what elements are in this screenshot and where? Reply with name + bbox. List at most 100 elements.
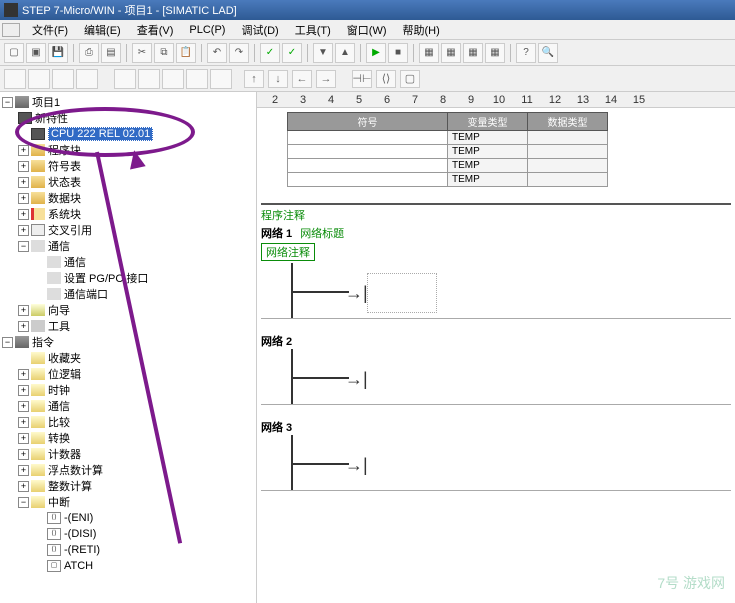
variable-table[interactable]: 符号 变量类型 数据类型 TEMP TEMP TEMP TEMP <box>287 112 608 187</box>
tree-int-item[interactable]: -(DISI) <box>64 528 96 540</box>
expand-icon[interactable]: + <box>18 305 29 316</box>
network-comment[interactable]: 网络注释 <box>261 243 315 261</box>
tree-comm-sub[interactable]: 设置 PG/PC 接口 <box>64 270 148 286</box>
col-symbol[interactable]: 符号 <box>288 113 448 131</box>
cell-datatype[interactable] <box>528 131 608 145</box>
pane-1-icon[interactable] <box>114 69 136 89</box>
tree-comm-sub[interactable]: 通信端口 <box>64 286 108 302</box>
expand-icon[interactable]: + <box>18 385 29 396</box>
sym-icon[interactable] <box>210 69 232 89</box>
instruction-placeholder[interactable] <box>367 273 437 313</box>
tree-instr[interactable]: 位逻辑 <box>48 366 81 382</box>
tree-item[interactable]: 交叉引用 <box>48 222 92 238</box>
view-4-icon[interactable] <box>76 69 98 89</box>
tree-item[interactable]: 系统块 <box>48 206 81 222</box>
monitor-icon[interactable]: ▦ <box>419 43 439 63</box>
cell-datatype[interactable] <box>528 145 608 159</box>
cell-datatype[interactable] <box>528 173 608 187</box>
project-tree[interactable]: −项目1 新特性 CPU 222 REL 02.01 +程序块 +符号表 +状态… <box>0 92 257 603</box>
zoom-icon[interactable]: 🔍 <box>538 43 558 63</box>
nav-right-icon[interactable]: → <box>316 70 336 88</box>
tree-comm-sub[interactable]: 通信 <box>64 254 86 270</box>
new-icon[interactable]: ▢ <box>4 43 24 63</box>
tree-comm[interactable]: 通信 <box>48 238 70 254</box>
tree-wizard[interactable]: 向导 <box>48 302 70 318</box>
cell-datatype[interactable] <box>528 159 608 173</box>
menu-plc[interactable]: PLC(P) <box>181 24 233 36</box>
view-lad-icon[interactable] <box>4 69 26 89</box>
cut-icon[interactable]: ✂ <box>132 43 152 63</box>
tree-instr[interactable]: 整数计算 <box>48 478 92 494</box>
compile-all-icon[interactable]: ✓ <box>282 43 302 63</box>
tree-fav[interactable]: 收藏夹 <box>48 350 81 366</box>
cell-symbol[interactable] <box>288 159 448 173</box>
menu-view[interactable]: 查看(V) <box>129 22 182 38</box>
box-icon[interactable]: ▢ <box>400 70 420 88</box>
expand-icon[interactable]: − <box>2 97 13 108</box>
expand-icon[interactable]: + <box>18 449 29 460</box>
tree-int-item[interactable]: ATCH <box>64 560 93 572</box>
compile-icon[interactable]: ✓ <box>260 43 280 63</box>
upload-icon[interactable]: ▲ <box>335 43 355 63</box>
pane-3-icon[interactable] <box>162 69 184 89</box>
pane-2-icon[interactable] <box>138 69 160 89</box>
tree-instr[interactable]: 转换 <box>48 430 70 446</box>
menu-file[interactable]: 文件(F) <box>24 22 76 38</box>
force-icon[interactable]: ▦ <box>485 43 505 63</box>
cell-vartype[interactable]: TEMP <box>448 173 528 187</box>
nav-up-icon[interactable]: ↑ <box>244 70 264 88</box>
tree-instr[interactable]: 计数器 <box>48 446 81 462</box>
program-comment[interactable]: 程序注释 <box>261 205 731 225</box>
redo-icon[interactable]: ↷ <box>229 43 249 63</box>
view-stl-icon[interactable] <box>28 69 50 89</box>
coil-icon[interactable]: ⟨⟩ <box>376 70 396 88</box>
stop-icon[interactable]: ■ <box>388 43 408 63</box>
paste-icon[interactable]: 📋 <box>176 43 196 63</box>
cell-vartype[interactable]: TEMP <box>448 131 528 145</box>
ladder-rung[interactable]: →| <box>261 435 731 491</box>
expand-icon[interactable]: + <box>18 161 29 172</box>
tree-item[interactable]: 数据块 <box>48 190 81 206</box>
expand-icon[interactable]: + <box>18 209 29 220</box>
tree-instr[interactable]: 浮点数计算 <box>48 462 103 478</box>
tree-instructions[interactable]: 指令 <box>32 334 54 350</box>
cell-vartype[interactable]: TEMP <box>448 145 528 159</box>
print-icon[interactable]: ⎙ <box>79 43 99 63</box>
expand-icon[interactable]: + <box>18 465 29 476</box>
menu-tools[interactable]: 工具(T) <box>287 22 339 38</box>
cell-symbol[interactable] <box>288 131 448 145</box>
download-icon[interactable]: ▼ <box>313 43 333 63</box>
open-icon[interactable]: ▣ <box>26 43 46 63</box>
col-datatype[interactable]: 数据类型 <box>528 113 608 131</box>
expand-icon[interactable]: − <box>18 497 29 508</box>
tree-program[interactable]: 程序块 <box>48 142 81 158</box>
tree-int-item[interactable]: -(ENI) <box>64 512 93 524</box>
ladder-rung[interactable]: →| <box>261 263 731 319</box>
expand-icon[interactable]: + <box>18 177 29 188</box>
expand-icon[interactable]: + <box>18 225 29 236</box>
expand-icon[interactable]: + <box>18 481 29 492</box>
cell-symbol[interactable] <box>288 145 448 159</box>
preview-icon[interactable]: ▤ <box>101 43 121 63</box>
tree-root[interactable]: 项目1 <box>32 94 60 110</box>
contact-icon[interactable]: ⊣⊢ <box>352 70 372 88</box>
view-fbd-icon[interactable] <box>52 69 74 89</box>
nav-down-icon[interactable]: ↓ <box>268 70 288 88</box>
run-icon[interactable]: ▶ <box>366 43 386 63</box>
tree-instr[interactable]: 时钟 <box>48 382 70 398</box>
network-name[interactable]: 网络 2 <box>261 333 292 349</box>
help-icon[interactable]: ? <box>516 43 536 63</box>
expand-icon[interactable]: + <box>18 193 29 204</box>
tree-instr[interactable]: 比较 <box>48 414 70 430</box>
undo-icon[interactable]: ↶ <box>207 43 227 63</box>
tree-cpu-new[interactable]: 新特性 <box>35 110 68 126</box>
tree-item[interactable]: 状态表 <box>48 174 81 190</box>
status-icon[interactable]: ▦ <box>441 43 461 63</box>
tree-int-item[interactable]: -(RETI) <box>64 544 100 556</box>
menu-edit[interactable]: 编辑(E) <box>76 22 129 38</box>
ladder-editor[interactable]: 程序注释 网络 1网络标题 网络注释 →| 网络 2 →| 网络 3 →| <box>261 203 731 491</box>
save-icon[interactable]: 💾 <box>48 43 68 63</box>
network-name[interactable]: 网络 3 <box>261 419 292 435</box>
expand-icon[interactable]: + <box>18 401 29 412</box>
ladder-rung[interactable]: →| <box>261 349 731 405</box>
